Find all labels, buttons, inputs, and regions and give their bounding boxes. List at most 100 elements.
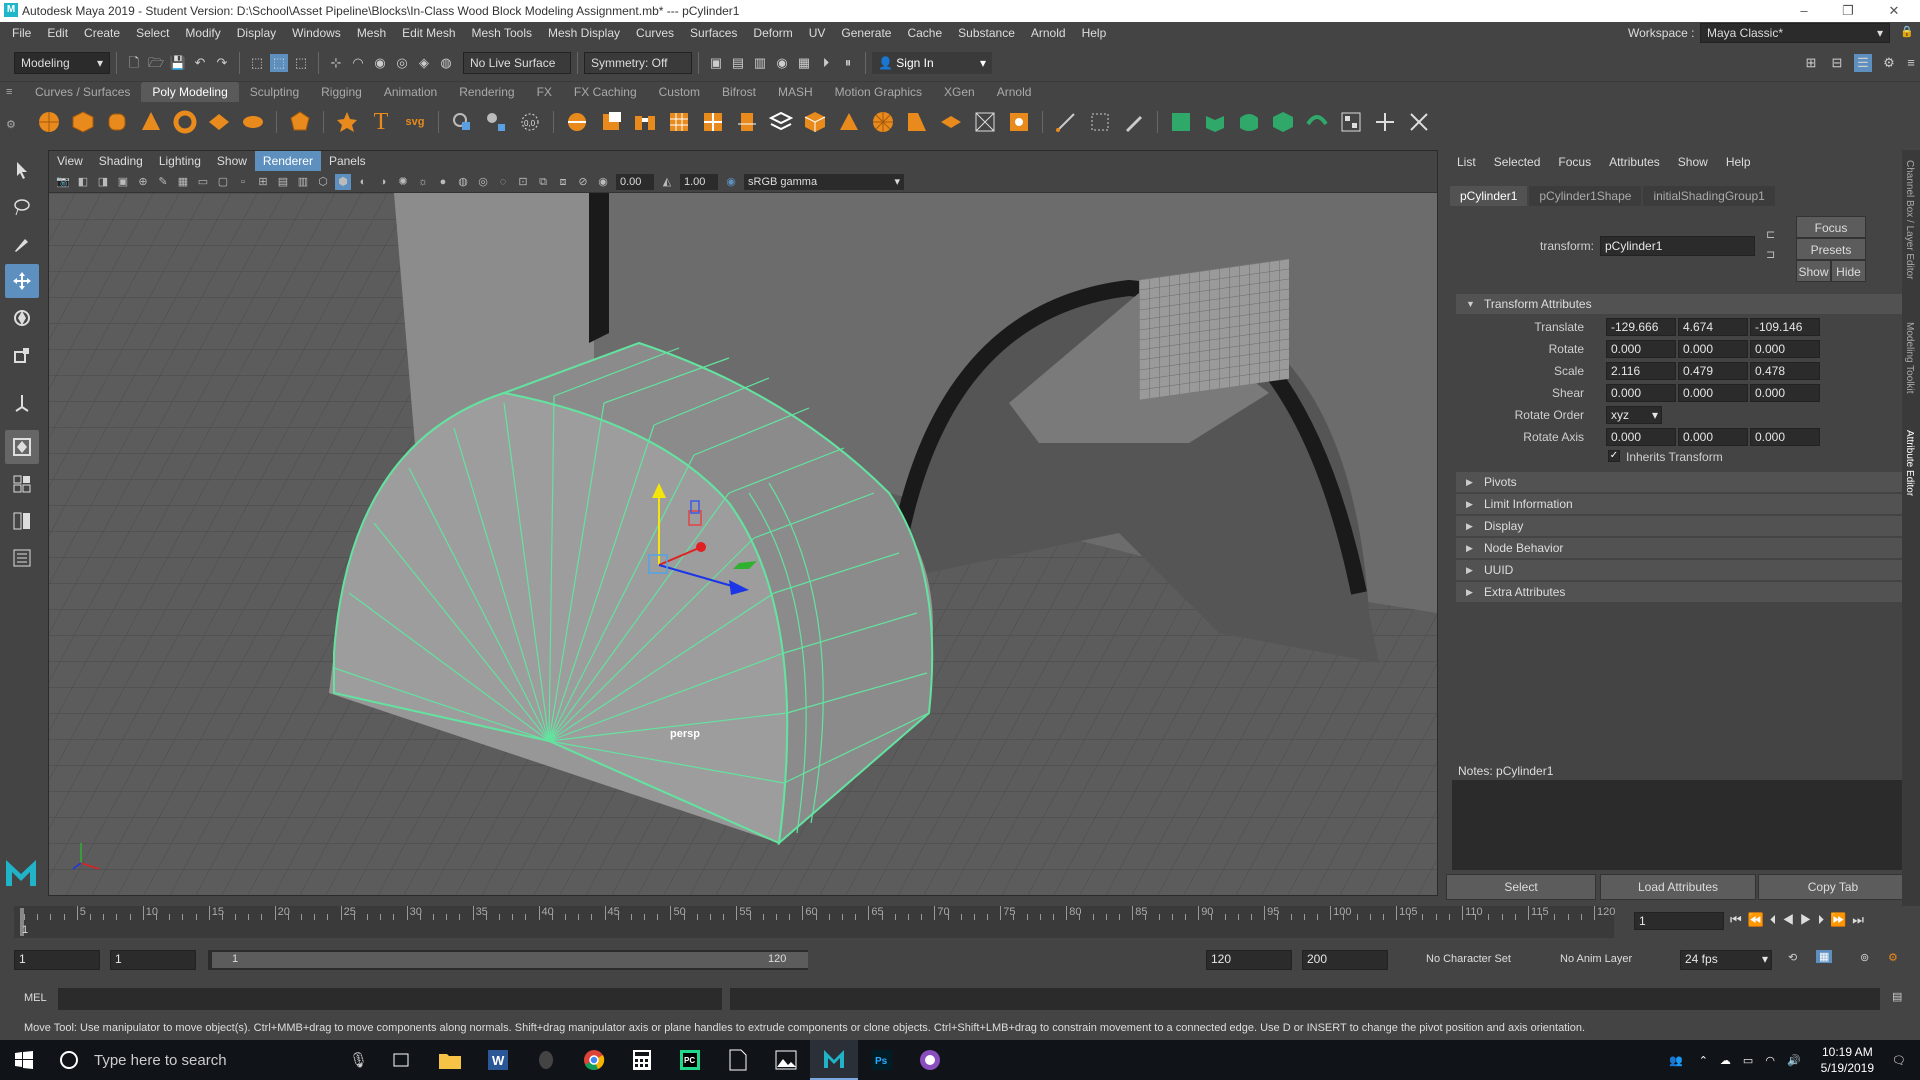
translate-y-field[interactable]: 4.674 [1678, 318, 1748, 336]
poly-plane-icon[interactable] [205, 108, 233, 136]
xray-joints-icon[interactable]: ⧈ [555, 174, 571, 190]
scale-x-field[interactable]: 2.116 [1606, 362, 1676, 380]
section-node-behavior[interactable]: ▶ Node Behavior [1456, 538, 1904, 558]
shear-x-field[interactable]: 0.000 [1606, 384, 1676, 402]
shear-y-field[interactable]: 0.000 [1678, 384, 1748, 402]
xray-components-icon[interactable]: ⊘ [575, 174, 591, 190]
rotate-x-field[interactable]: 0.000 [1606, 340, 1676, 358]
edit-tool-icon[interactable] [1086, 108, 1114, 136]
ae-menu-list[interactable]: List [1448, 152, 1485, 172]
shelf-settings-icon[interactable]: ⚙ [6, 118, 16, 131]
color-management-icon[interactable]: ◉ [723, 174, 739, 190]
task-view-icon[interactable] [378, 1040, 426, 1080]
section-display[interactable]: ▶ Display [1456, 516, 1904, 536]
calculator-icon[interactable] [618, 1040, 666, 1080]
save-scene-icon[interactable]: 💾 [169, 54, 187, 72]
translate-z-field[interactable]: -109.146 [1750, 318, 1820, 336]
side-tab-channel-box[interactable]: Channel Box / Layer Editor [1904, 160, 1915, 280]
poly-torus-icon[interactable] [171, 108, 199, 136]
image-plane-icon[interactable]: ▣ [115, 174, 131, 190]
inherits-transform-checkbox[interactable]: ✓ [1608, 450, 1620, 462]
bookmark-icon[interactable]: ◨ [95, 174, 111, 190]
tab-poly-modeling[interactable]: Poly Modeling [141, 82, 239, 102]
boolean-icon[interactable] [563, 108, 591, 136]
platonic-solid-icon[interactable] [286, 108, 314, 136]
rotate-axis-x-field[interactable]: 0.000 [1606, 428, 1676, 446]
translate-x-field[interactable]: -129.666 [1606, 318, 1676, 336]
step-back-icon[interactable]: ⏴ [1770, 912, 1783, 927]
symmetry-dropdown[interactable]: Symmetry: Off [584, 51, 692, 74]
menu-select[interactable]: Select [128, 22, 177, 44]
rotate-axis-z-field[interactable]: 0.000 [1750, 428, 1820, 446]
pycharm-icon[interactable]: PC [666, 1040, 714, 1080]
tab-animation[interactable]: Animation [373, 82, 448, 102]
render-view-icon[interactable]: ▦ [795, 54, 813, 72]
uv-unfold-icon[interactable] [1303, 108, 1331, 136]
go-to-start-icon[interactable]: ⏮ [1730, 912, 1748, 927]
select-object-icon[interactable]: ⬚ [270, 53, 288, 72]
xray-icon[interactable]: ⧉ [535, 174, 551, 190]
select-component-icon[interactable]: ⬚ [292, 54, 310, 72]
anim-layer-dropdown[interactable]: No Anim Layer [1560, 953, 1632, 965]
workspace-dropdown[interactable]: Maya Classic* ▾ [1700, 23, 1890, 43]
menu-curves[interactable]: Curves [628, 22, 682, 44]
poly-sphere-icon[interactable] [35, 108, 63, 136]
minimize-button[interactable]: – [1784, 1, 1824, 21]
chrome-icon[interactable] [570, 1040, 618, 1080]
svg-tool-icon[interactable]: svg [401, 108, 429, 136]
obs-icon[interactable] [906, 1040, 954, 1080]
onedrive-icon[interactable]: ☁ [1720, 1054, 1731, 1067]
windows-start-icon[interactable] [0, 1040, 48, 1080]
menu-surfaces[interactable]: Surfaces [682, 22, 745, 44]
tab-rigging[interactable]: Rigging [310, 82, 373, 102]
microphone-icon[interactable]: 🎙 [349, 1051, 368, 1069]
smooth-shade-icon[interactable]: ⬢ [335, 173, 351, 190]
maximize-button[interactable]: ❐ [1828, 1, 1868, 21]
pen-tool-icon[interactable] [1052, 108, 1080, 136]
file-explorer-icon[interactable] [426, 1040, 474, 1080]
hide-button[interactable]: Hide [1831, 260, 1866, 282]
circularize-icon[interactable] [869, 108, 897, 136]
attribute-editor-icon[interactable]: ☰ [1854, 54, 1872, 72]
exposure-icon[interactable]: ◉ [595, 174, 611, 190]
snap-surface-icon[interactable]: ◈ [415, 54, 433, 72]
side-tab-attribute-editor[interactable]: Attribute Editor [1904, 430, 1915, 496]
load-attributes-button[interactable]: Load Attributes [1600, 874, 1756, 900]
safe-action-icon[interactable]: ▤ [275, 174, 291, 190]
snap-point-icon[interactable]: ◉ [371, 54, 389, 72]
focus-button[interactable]: Focus [1796, 216, 1866, 238]
append-icon[interactable] [937, 108, 965, 136]
transform-name-field[interactable]: pCylinder1 [1600, 236, 1755, 256]
depth-of-field-icon[interactable]: ◌ [495, 174, 511, 190]
section-extra-attributes[interactable]: ▶ Extra Attributes [1456, 582, 1904, 602]
rotate-y-field[interactable]: 0.000 [1678, 340, 1748, 358]
animation-end-field[interactable]: 200 [1302, 950, 1388, 970]
camera-attributes-icon[interactable]: ◧ [75, 174, 91, 190]
shadows-icon[interactable]: ☼ [415, 174, 431, 190]
shear-z-field[interactable]: 0.000 [1750, 384, 1820, 402]
select-button[interactable]: Select [1446, 874, 1596, 900]
menu-edit-mesh[interactable]: Edit Mesh [394, 22, 463, 44]
live-surface-field[interactable]: No Live Surface [463, 51, 571, 74]
render-frame-icon[interactable]: ▣ [707, 54, 725, 72]
notes-textarea[interactable] [1452, 780, 1902, 870]
viewport-menu-view[interactable]: View [49, 151, 91, 171]
ae-menu-attributes[interactable]: Attributes [1600, 152, 1669, 172]
tab-custom[interactable]: Custom [648, 82, 711, 102]
menu-help[interactable]: Help [1074, 22, 1115, 44]
fps-dropdown[interactable]: 24 fps ▾ [1680, 950, 1772, 970]
wireframe-icon[interactable]: ⬡ [315, 174, 331, 190]
close-button[interactable]: ✕ [1874, 1, 1914, 21]
tab-arnold[interactable]: Arnold [986, 82, 1043, 102]
menu-mesh[interactable]: Mesh [349, 22, 394, 44]
input-connection-icon[interactable]: ⊏ [1766, 228, 1775, 241]
grease-pencil-icon[interactable]: ✎ [155, 174, 171, 190]
tab-sculpting[interactable]: Sculpting [239, 82, 310, 102]
range-slider[interactable]: 1 120 [208, 950, 808, 970]
range-slider-handle[interactable] [212, 952, 808, 968]
anim-prefs-icon[interactable]: ⚙ [1888, 951, 1898, 964]
gate-mask-icon[interactable]: ▫ [235, 174, 251, 190]
viewport-menu-renderer[interactable]: Renderer [254, 151, 321, 171]
show-button[interactable]: Show [1796, 260, 1831, 282]
character-set-dropdown[interactable]: No Character Set [1426, 953, 1511, 965]
